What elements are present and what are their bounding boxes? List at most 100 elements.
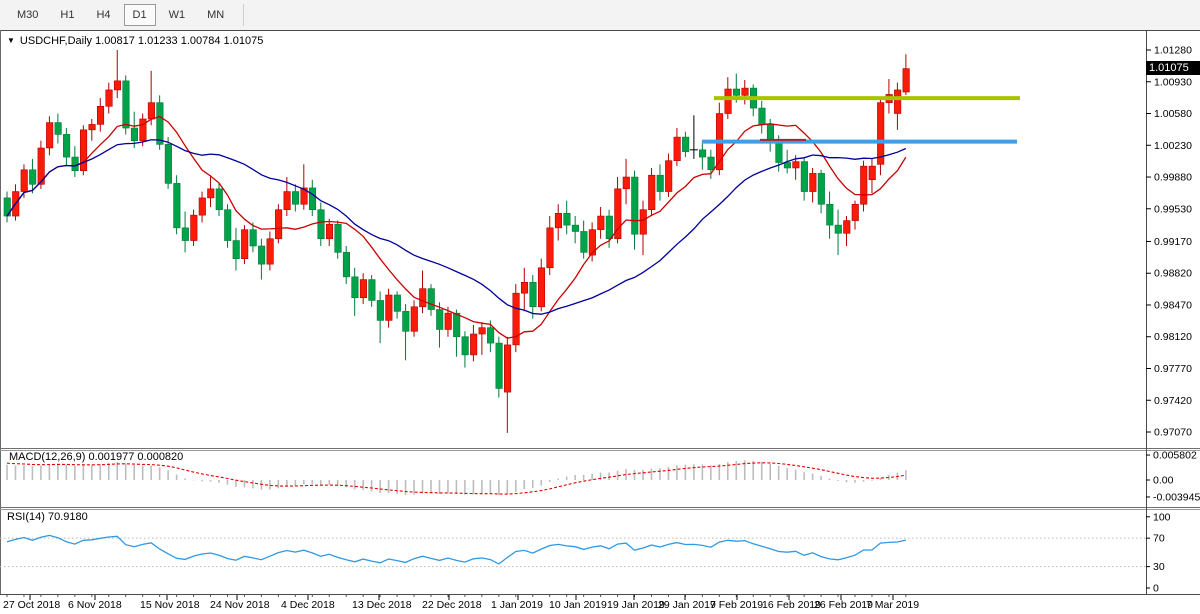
bear-candle [572, 225, 579, 231]
macd-axis-label: -0.003945 [1153, 491, 1200, 503]
candles-group [4, 50, 909, 433]
timeframe-button-m30[interactable]: M30 [8, 4, 47, 26]
bear-candle [335, 224, 342, 252]
bull-candle [148, 103, 155, 119]
bear-candle [699, 150, 706, 157]
date-axis-label: 29 Jan 2019 [658, 599, 716, 611]
bear-candle [428, 289, 435, 310]
date-axis-label: 13 Dec 2018 [352, 599, 412, 611]
date-axis-label: 6 Nov 2018 [68, 599, 122, 611]
bear-candle [318, 210, 325, 239]
bull-candle [208, 189, 215, 198]
bull-candle [852, 204, 859, 220]
bull-candle [521, 282, 528, 293]
bull-candle [267, 239, 274, 264]
bull-candle [21, 170, 28, 192]
bull-candle [411, 307, 418, 331]
timeframe-button-d1[interactable]: D1 [124, 4, 156, 26]
slow-ma-line [7, 140, 906, 314]
bull-candle [97, 106, 104, 124]
bear-candle [174, 183, 181, 227]
bear-candle [708, 157, 715, 170]
bear-candle [759, 108, 766, 124]
rsi-axis-label: 70 [1153, 533, 1165, 545]
bull-candle [869, 166, 876, 180]
macd-axis-label: 0.00 [1153, 475, 1174, 487]
price-axis-label: 1.00930 [1154, 76, 1192, 88]
bear-candle [784, 163, 791, 168]
bear-candle [496, 343, 503, 388]
bear-candle [233, 241, 240, 259]
bear-candle [377, 300, 384, 320]
bear-candle [453, 313, 460, 337]
rsi-levels [0, 538, 1146, 566]
rsi-axis-label: 30 [1153, 561, 1165, 573]
panel-borders [0, 30, 1200, 595]
date-axis[interactable]: 27 Oct 20186 Nov 201815 Nov 201824 Nov 2… [3, 595, 919, 611]
bear-candle [165, 144, 172, 183]
rsi-indicator-label: RSI(14) 70.9180 [7, 511, 88, 523]
bear-candle [343, 252, 350, 276]
bear-candle [29, 170, 36, 185]
bear-candle [63, 134, 70, 157]
bull-candle [555, 213, 562, 228]
price-axis-label: 0.99530 [1154, 203, 1192, 215]
fast-ma-line [7, 117, 906, 339]
bear-candle [682, 137, 689, 152]
bull-candle [844, 221, 851, 234]
bull-candle [326, 224, 333, 239]
bear-candle [487, 328, 494, 343]
rsi-axis-label: 100 [1153, 511, 1171, 523]
bear-candle [403, 311, 410, 331]
timeframe-button-h1[interactable]: H1 [51, 4, 83, 26]
toolbar-separator [243, 4, 244, 26]
price-axis-label: 0.98120 [1154, 331, 1192, 343]
price-axis-label: 0.98820 [1154, 268, 1192, 280]
bear-candle [182, 228, 189, 241]
bear-candle [216, 189, 223, 210]
bull-candle [547, 228, 554, 268]
bear-candle [564, 213, 571, 225]
price-axis-label: 0.99880 [1154, 172, 1192, 184]
bull-candle [742, 88, 749, 95]
bear-candle [258, 246, 265, 264]
bear-candle [394, 295, 401, 311]
price-axis-label: 0.97770 [1154, 363, 1192, 375]
bear-candle [827, 204, 834, 225]
bear-candle [369, 280, 376, 301]
price-axis[interactable]: 1.012801.009301.005801.002300.998800.995… [1146, 45, 1192, 439]
bull-candle [623, 177, 630, 189]
macd-histogram [7, 460, 906, 495]
macd-axis-label: 0.005802 [1153, 450, 1197, 462]
bull-candle [793, 162, 800, 168]
date-axis-label: 22 Dec 2018 [422, 599, 482, 611]
price-axis-label: 0.97070 [1154, 427, 1192, 439]
timeframe-button-h4[interactable]: H4 [87, 4, 119, 26]
date-axis-label: 10 Jan 2019 [549, 599, 607, 611]
timeframe-button-w1[interactable]: W1 [160, 4, 195, 26]
bear-candle [157, 103, 164, 145]
bull-candle [470, 334, 477, 355]
bull-candle [665, 161, 672, 192]
bear-candle [309, 188, 316, 210]
symbol-dropdown-icon[interactable]: ▼ [7, 36, 15, 45]
chart-canvas[interactable]: 1.012801.009301.005801.002300.998800.995… [0, 30, 1200, 614]
bull-candle [420, 289, 427, 307]
bear-candle [632, 177, 639, 234]
bull-candle [810, 173, 817, 191]
bear-candle [776, 143, 783, 163]
timeframe-toolbar: M30H1H4D1W1MN [0, 0, 1200, 30]
price-axis-label: 1.00580 [1154, 108, 1192, 120]
chart-title-bar: ▼USDCHF,Daily 1.00817 1.01233 1.00784 1.… [7, 35, 263, 47]
bear-candle [352, 277, 359, 298]
bull-candle [191, 215, 198, 240]
date-axis-label: 7 Feb 2019 [710, 599, 763, 611]
bear-candle [733, 89, 740, 95]
price-axis-label: 0.97420 [1154, 395, 1192, 407]
bear-candle [835, 225, 842, 233]
bull-candle [903, 69, 910, 92]
bull-candle [275, 210, 282, 239]
bull-candle [284, 192, 291, 210]
bull-candle [445, 313, 452, 329]
timeframe-button-mn[interactable]: MN [198, 4, 233, 26]
